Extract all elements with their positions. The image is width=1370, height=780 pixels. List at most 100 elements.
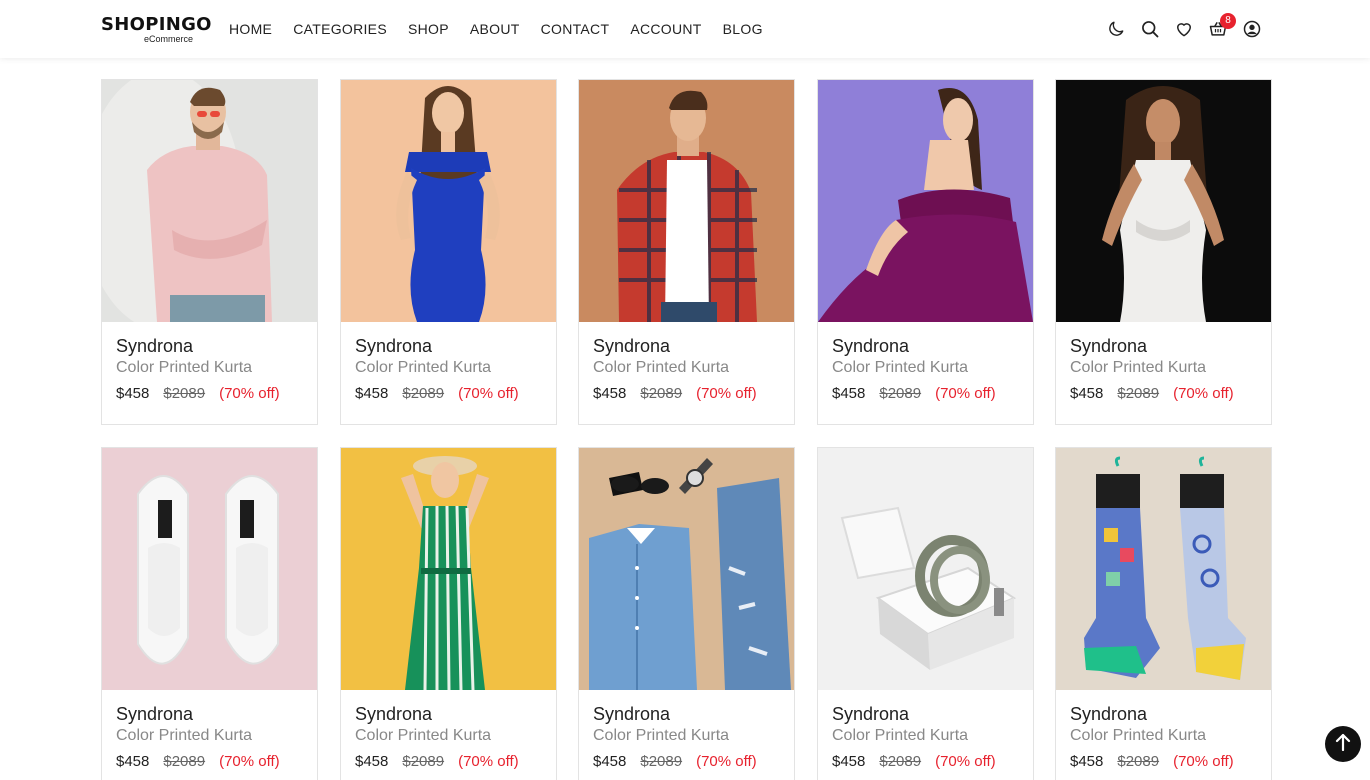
product-prices: $458 $2089 (70% off) <box>832 385 1019 402</box>
product-discount: (70% off) <box>458 385 519 402</box>
product-card[interactable]: Syndrona Color Printed Kurta $458 $2089 … <box>817 79 1034 425</box>
product-brand[interactable]: Syndrona <box>832 703 1019 725</box>
product-old-price: $2089 <box>1117 753 1160 770</box>
product-old-price: $2089 <box>163 753 206 770</box>
product-discount: (70% off) <box>935 753 996 770</box>
product-discount: (70% off) <box>696 385 757 402</box>
product-brand[interactable]: Syndrona <box>355 335 542 357</box>
moon-icon[interactable] <box>1106 19 1126 39</box>
product-title[interactable]: Color Printed Kurta <box>832 358 1019 378</box>
product-prices: $458 $2089 (70% off) <box>355 753 542 770</box>
product-price: $458 <box>832 753 866 770</box>
product-prices: $458 $2089 (70% off) <box>116 385 303 402</box>
product-prices: $458 $2089 (70% off) <box>1070 385 1257 402</box>
product-prices: $458 $2089 (70% off) <box>832 753 1019 770</box>
product-title[interactable]: Color Printed Kurta <box>116 358 303 378</box>
main-nav: HOME CATEGORIES SHOP ABOUT CONTACT ACCOU… <box>229 0 763 58</box>
product-discount: (70% off) <box>458 753 519 770</box>
product-discount: (70% off) <box>219 753 280 770</box>
search-icon[interactable] <box>1140 19 1160 39</box>
product-discount: (70% off) <box>935 385 996 402</box>
nav-account[interactable]: ACCOUNT <box>630 21 701 37</box>
user-icon[interactable] <box>1242 19 1262 39</box>
nav-home[interactable]: HOME <box>229 21 272 37</box>
arrow-up-icon <box>1335 733 1351 756</box>
product-title[interactable]: Color Printed Kurta <box>1070 358 1257 378</box>
product-price: $458 <box>593 385 627 402</box>
product-card[interactable]: Syndrona Color Printed Kurta $458 $2089 … <box>340 447 557 780</box>
product-card[interactable]: Syndrona Color Printed Kurta $458 $2089 … <box>817 447 1034 780</box>
product-card[interactable]: Syndrona Color Printed Kurta $458 $2089 … <box>1055 447 1272 780</box>
product-discount: (70% off) <box>1173 753 1234 770</box>
product-price: $458 <box>355 385 389 402</box>
nav-categories[interactable]: CATEGORIES <box>293 21 387 37</box>
product-prices: $458 $2089 (70% off) <box>1070 753 1257 770</box>
cart-icon[interactable]: 8 <box>1208 13 1236 39</box>
product-brand[interactable]: Syndrona <box>593 335 780 357</box>
product-prices: $458 $2089 (70% off) <box>593 753 780 770</box>
product-image[interactable] <box>579 80 794 322</box>
product-image[interactable] <box>341 448 556 690</box>
product-title[interactable]: Color Printed Kurta <box>116 726 303 746</box>
product-brand[interactable]: Syndrona <box>1070 703 1257 725</box>
nav-about[interactable]: ABOUT <box>470 21 520 37</box>
product-image[interactable] <box>818 448 1033 690</box>
product-discount: (70% off) <box>1173 385 1234 402</box>
product-price: $458 <box>355 753 389 770</box>
product-brand[interactable]: Syndrona <box>593 703 780 725</box>
product-old-price: $2089 <box>879 753 922 770</box>
product-title[interactable]: Color Printed Kurta <box>1070 726 1257 746</box>
logo-subtitle: eCommerce <box>143 34 193 44</box>
product-title[interactable]: Color Printed Kurta <box>593 726 780 746</box>
product-old-price: $2089 <box>402 753 445 770</box>
product-image[interactable] <box>1056 448 1271 690</box>
product-brand[interactable]: Syndrona <box>116 335 303 357</box>
product-price: $458 <box>832 385 866 402</box>
product-price: $458 <box>593 753 627 770</box>
product-old-price: $2089 <box>402 385 445 402</box>
heart-icon[interactable] <box>1174 19 1194 39</box>
product-old-price: $2089 <box>879 385 922 402</box>
product-discount: (70% off) <box>219 385 280 402</box>
product-brand[interactable]: Syndrona <box>832 335 1019 357</box>
product-old-price: $2089 <box>1117 385 1160 402</box>
product-old-price: $2089 <box>163 385 206 402</box>
product-brand[interactable]: Syndrona <box>116 703 303 725</box>
product-card[interactable]: Syndrona Color Printed Kurta $458 $2089 … <box>340 79 557 425</box>
cart-count-badge: 8 <box>1220 13 1236 29</box>
product-card[interactable]: Syndrona Color Printed Kurta $458 $2089 … <box>1055 79 1272 425</box>
product-card[interactable]: Syndrona Color Printed Kurta $458 $2089 … <box>101 79 318 425</box>
product-old-price: $2089 <box>640 385 683 402</box>
nav-shop[interactable]: SHOP <box>408 21 449 37</box>
product-prices: $458 $2089 (70% off) <box>116 753 303 770</box>
product-title[interactable]: Color Printed Kurta <box>355 358 542 378</box>
product-image[interactable] <box>102 80 317 322</box>
product-brand[interactable]: Syndrona <box>355 703 542 725</box>
product-prices: $458 $2089 (70% off) <box>593 385 780 402</box>
header-icons: 8 <box>1106 13 1262 41</box>
product-price: $458 <box>116 753 150 770</box>
site-logo[interactable]: SHOPINGO eCommerce <box>101 15 211 45</box>
product-price: $458 <box>1070 385 1104 402</box>
product-price: $458 <box>1070 753 1104 770</box>
product-card[interactable]: Syndrona Color Printed Kurta $458 $2089 … <box>578 447 795 780</box>
product-title[interactable]: Color Printed Kurta <box>355 726 542 746</box>
product-image[interactable] <box>579 448 794 690</box>
nav-blog[interactable]: BLOG <box>723 21 763 37</box>
back-to-top-button[interactable] <box>1325 726 1361 762</box>
site-header: SHOPINGO eCommerce HOME CATEGORIES SHOP … <box>0 0 1370 58</box>
product-discount: (70% off) <box>696 753 757 770</box>
product-card[interactable]: Syndrona Color Printed Kurta $458 $2089 … <box>101 447 318 780</box>
product-image[interactable] <box>341 80 556 322</box>
product-brand[interactable]: Syndrona <box>1070 335 1257 357</box>
product-old-price: $2089 <box>640 753 683 770</box>
product-title[interactable]: Color Printed Kurta <box>832 726 1019 746</box>
product-prices: $458 $2089 (70% off) <box>355 385 542 402</box>
nav-contact[interactable]: CONTACT <box>541 21 610 37</box>
product-image[interactable] <box>1056 80 1271 322</box>
product-title[interactable]: Color Printed Kurta <box>593 358 780 378</box>
product-image[interactable] <box>102 448 317 690</box>
product-image[interactable] <box>818 80 1033 322</box>
product-price: $458 <box>116 385 150 402</box>
product-card[interactable]: Syndrona Color Printed Kurta $458 $2089 … <box>578 79 795 425</box>
